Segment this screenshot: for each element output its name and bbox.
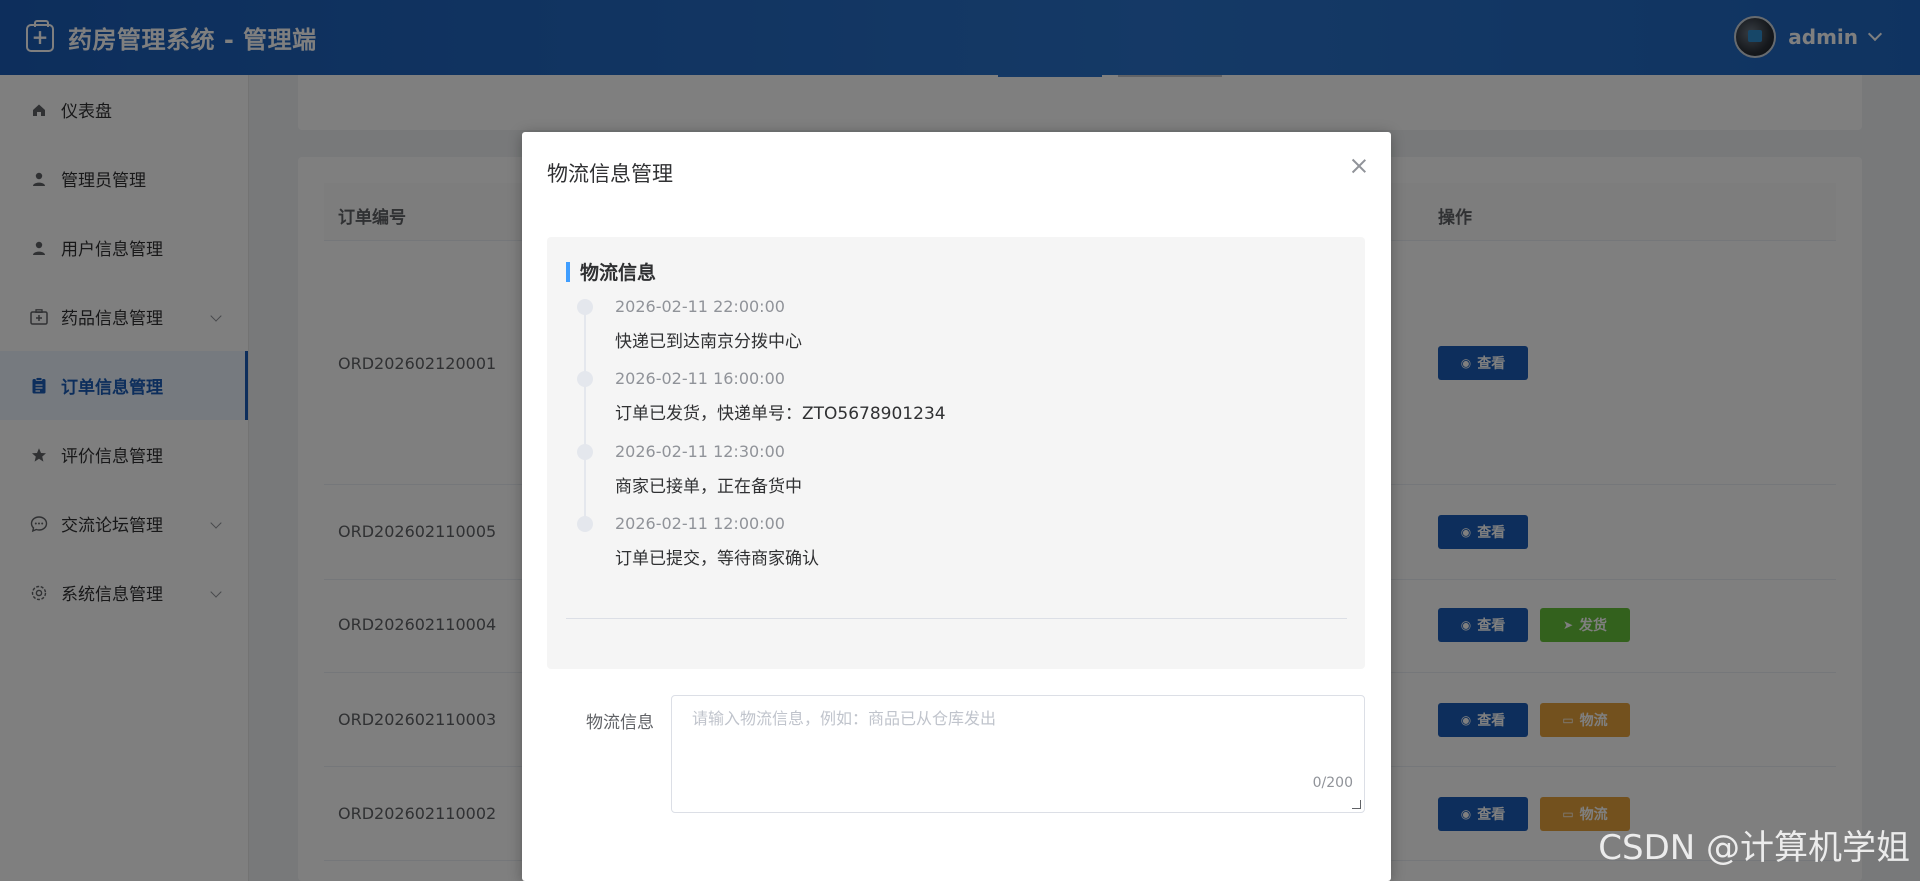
char-counter: 0/200 bbox=[1312, 775, 1353, 791]
timeline-time: 2026-02-11 22:00:00 bbox=[615, 297, 785, 316]
panel-heading: 物流信息 bbox=[566, 258, 656, 285]
logistics-textarea[interactable]: 请输入物流信息，例如：商品已从仓库发出 0/200 bbox=[671, 695, 1365, 813]
close-icon[interactable] bbox=[1349, 156, 1369, 176]
timeline-time: 2026-02-11 16:00:00 bbox=[615, 369, 785, 388]
heading-accent-bar bbox=[566, 261, 570, 282]
timeline-time: 2026-02-11 12:30:00 bbox=[615, 442, 785, 461]
divider bbox=[566, 618, 1347, 619]
timeline-dot bbox=[577, 371, 593, 387]
dialog-title: 物流信息管理 bbox=[547, 162, 673, 186]
timeline-text: 商家已接单，正在备货中 bbox=[615, 477, 802, 497]
watermark: CSDN @计算机学姐 bbox=[1598, 828, 1910, 868]
timeline-dot bbox=[577, 299, 593, 315]
timeline-dot bbox=[577, 444, 593, 460]
timeline-line bbox=[584, 305, 586, 525]
logistics-field-label: 物流信息 bbox=[586, 713, 654, 733]
timeline-text: 订单已提交，等待商家确认 bbox=[615, 549, 819, 569]
timeline-text: 快递已到达南京分拨中心 bbox=[615, 332, 802, 352]
textarea-placeholder: 请输入物流信息，例如：商品已从仓库发出 bbox=[692, 709, 997, 728]
resize-handle-icon[interactable] bbox=[1352, 800, 1361, 809]
timeline-text: 订单已发货，快递单号：ZTO5678901234 bbox=[615, 404, 946, 424]
timeline-dot bbox=[577, 516, 593, 532]
logistics-dialog: 物流信息管理 物流信息 2026-02-11 22:00:00 快递已到达南京分… bbox=[522, 132, 1391, 881]
logistics-panel: 物流信息 2026-02-11 22:00:00 快递已到达南京分拨中心 202… bbox=[547, 237, 1365, 669]
timeline-time: 2026-02-11 12:00:00 bbox=[615, 514, 785, 533]
panel-title: 物流信息 bbox=[580, 262, 657, 284]
